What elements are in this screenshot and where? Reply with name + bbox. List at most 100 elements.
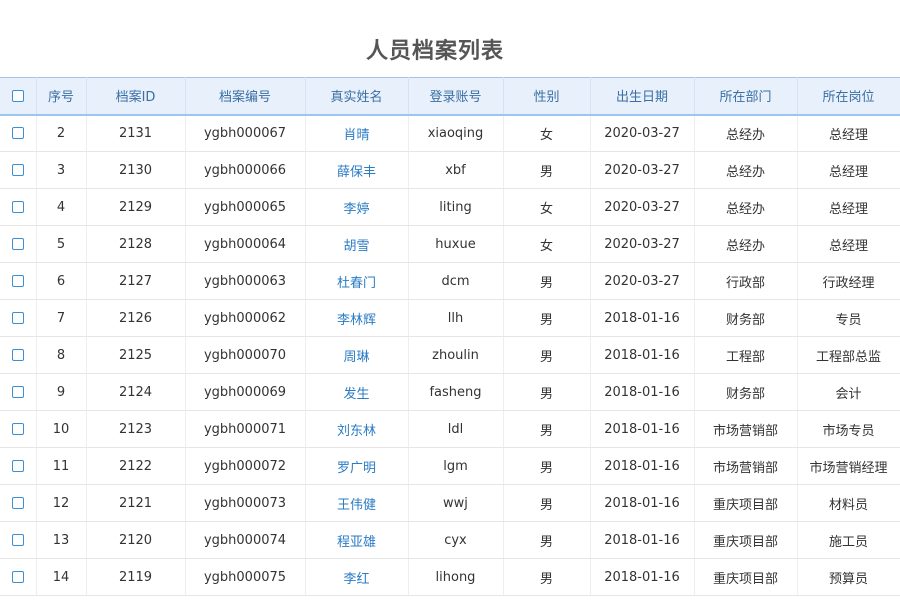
cell-archive-code: ygbh000070 — [185, 336, 306, 374]
cell-seq: 7 — [36, 299, 87, 337]
cell-seq: 4 — [36, 188, 87, 226]
table-row[interactable]: 2 2131 ygbh000067 肖晴 xiaoqing 女 2020-03-27 总经办总… — [0, 114, 900, 152]
cell-select[interactable] — [0, 373, 37, 411]
cell-real-name[interactable]: 杜春门 — [305, 262, 409, 300]
cell-real-name[interactable]: 胡雪 — [305, 225, 409, 263]
real-name-link[interactable]: 李婷 — [343, 202, 369, 217]
real-name-link[interactable]: 李红 — [343, 572, 369, 587]
table-row[interactable]: 5 2128 ygbh000064 胡雪 huxue 女 2020-03-27 总经办 总经理 — [0, 225, 900, 263]
real-name-link[interactable]: 刘东林 — [337, 424, 376, 439]
header-gender[interactable]: 性别 — [503, 77, 591, 116]
cell-position: 专员 — [797, 299, 900, 337]
real-name-link[interactable]: 胡雪 — [343, 239, 369, 254]
cell-real-name[interactable]: 周琳 — [305, 336, 409, 374]
cell-real-name[interactable]: 李婷 — [305, 188, 409, 226]
row-checkbox[interactable] — [11, 349, 24, 361]
header-row: 序号 档案ID 档案编号 真实姓名 登录账号 性别 出生日期 所在部门 所在岗位 — [0, 77, 900, 116]
row-checkbox[interactable] — [11, 312, 24, 324]
cell-real-name[interactable]: 薛保丰 — [305, 151, 409, 189]
row-checkbox[interactable] — [11, 497, 24, 509]
cell-login-account: cyx — [408, 521, 504, 559]
cell-select[interactable] — [0, 410, 37, 448]
header-archive-id[interactable]: 档案ID — [86, 77, 186, 116]
cell-archive-id: 2121 — [86, 484, 186, 522]
archive-list-page: 人员档案列表 序号 档案ID 档案编号 真实姓名 登录账号 性别 出生日期 所在… — [0, 0, 900, 600]
real-name-link[interactable]: 周琳 — [343, 350, 369, 365]
table-row[interactable]: 13 2120 ygbh000074 程亚雄 cyx 男 2018-01-16 重庆项目部 施工… — [0, 521, 900, 559]
table-row[interactable]: 7 2126 ygbh000062 李林辉 llh 男 2018-01-16 财务部 专员 — [0, 299, 900, 337]
row-checkbox[interactable] — [11, 460, 24, 472]
cell-select[interactable] — [0, 447, 37, 485]
header-real-name[interactable]: 真实姓名 — [305, 77, 409, 116]
real-name-link[interactable]: 发生 — [343, 387, 369, 402]
row-checkbox[interactable] — [11, 127, 24, 140]
real-name-link[interactable]: 王伟健 — [337, 498, 376, 513]
row-checkbox[interactable] — [11, 275, 24, 287]
cell-select[interactable] — [0, 558, 37, 596]
row-checkbox[interactable] — [11, 571, 24, 583]
cell-select[interactable] — [0, 114, 37, 152]
cell-birth-date: 2018-01-16 — [590, 484, 695, 522]
table-row[interactable]: 6 2127 ygbh000063 杜春门 dcm 男 2020-03-27 行政部 行政经理 — [0, 262, 900, 300]
cell-login-account: liting — [408, 188, 504, 226]
cell-select[interactable] — [0, 336, 37, 374]
cell-select[interactable] — [0, 484, 37, 522]
header-position[interactable]: 所在岗位 — [797, 77, 900, 116]
real-name-link[interactable]: 李林辉 — [337, 313, 376, 328]
row-checkbox[interactable] — [11, 423, 24, 435]
cell-archive-code: ygbh000071 — [185, 410, 306, 448]
table-row[interactable]: 9 2124 ygbh000069 发生 fasheng 男 2018-01-16 财务部 会计 — [0, 373, 900, 411]
cell-real-name[interactable]: 肖晴 — [305, 114, 409, 152]
cell-birth-date: 2020-03-27 — [590, 114, 695, 152]
cell-archive-id: 2129 — [86, 188, 186, 226]
cell-gender: 男 — [503, 410, 591, 448]
real-name-link[interactable]: 程亚雄 — [337, 535, 376, 550]
header-birth-date[interactable]: 出生日期 — [590, 77, 695, 116]
table-row[interactable]: 12 2121 ygbh000073 王伟健 wwj 男 2018-01-16 重庆项目部 材料… — [0, 484, 900, 522]
cell-real-name[interactable]: 发生 — [305, 373, 409, 411]
cell-birth-date: 2018-01-16 — [590, 299, 695, 337]
cell-archive-code: ygbh000064 — [185, 225, 306, 263]
cell-seq: 2 — [36, 114, 87, 152]
row-checkbox[interactable] — [11, 201, 24, 213]
cell-real-name[interactable]: 李红 — [305, 558, 409, 596]
cell-select[interactable] — [0, 151, 37, 189]
cell-select[interactable] — [0, 299, 37, 337]
table-row[interactable]: 8 2125 ygbh000070 周琳 zhoulin 男 2018-01-16 工程部 工程… — [0, 336, 900, 374]
cell-select[interactable] — [0, 521, 37, 559]
cell-real-name[interactable]: 程亚雄 — [305, 521, 409, 559]
header-archive-code[interactable]: 档案编号 — [185, 77, 306, 116]
real-name-link[interactable]: 罗广明 — [337, 461, 376, 476]
cell-select[interactable] — [0, 225, 37, 263]
real-name-link[interactable]: 肖晴 — [343, 128, 369, 143]
cell-select[interactable] — [0, 188, 37, 226]
header-select-all[interactable] — [0, 77, 37, 116]
real-name-link[interactable]: 薛保丰 — [337, 165, 376, 180]
row-checkbox[interactable] — [11, 534, 24, 546]
cell-seq: 13 — [36, 521, 87, 559]
cell-gender: 女 — [503, 114, 591, 152]
cell-real-name[interactable]: 李林辉 — [305, 299, 409, 337]
cell-real-name[interactable]: 刘东林 — [305, 410, 409, 448]
table-row[interactable]: 10 2123 ygbh000071 刘东林 ldl 男 2018-01-16 市场营销部 市场… — [0, 410, 900, 448]
row-checkbox[interactable] — [11, 164, 24, 176]
cell-department: 行政部 — [694, 262, 798, 300]
table-row[interactable]: 11 2122 ygbh000072 罗广明 lgm 男 2018-01-16 市场营销部 市场… — [0, 447, 900, 485]
header-department[interactable]: 所在部门 — [694, 77, 798, 116]
select-all-checkbox[interactable] — [11, 89, 24, 102]
row-checkbox[interactable] — [11, 238, 24, 250]
cell-seq: 14 — [36, 558, 87, 596]
cell-real-name[interactable]: 罗广明 — [305, 447, 409, 485]
row-checkbox[interactable] — [11, 386, 24, 398]
archive-table: 序号 档案ID 档案编号 真实姓名 登录账号 性别 出生日期 所在部门 所在岗位… — [0, 77, 900, 596]
table-row[interactable]: 3 2130 ygbh000066 薛保丰 xbf 男 2020-03-27 总经办 总经理 — [0, 151, 900, 189]
cell-position: 市场营销经理 — [797, 447, 900, 485]
table-row[interactable]: 14 2119 ygbh000075 李红 lihong 男 2018-01-16 重庆项目部… — [0, 558, 900, 596]
cell-real-name[interactable]: 王伟健 — [305, 484, 409, 522]
header-login-account[interactable]: 登录账号 — [408, 77, 504, 116]
cell-seq: 5 — [36, 225, 87, 263]
cell-select[interactable] — [0, 262, 37, 300]
table-row[interactable]: 4 2129 ygbh000065 李婷 liting 女 2020-03-27 总经办 总经理 — [0, 188, 900, 226]
real-name-link[interactable]: 杜春门 — [337, 276, 376, 291]
header-seq[interactable]: 序号 — [36, 77, 87, 116]
